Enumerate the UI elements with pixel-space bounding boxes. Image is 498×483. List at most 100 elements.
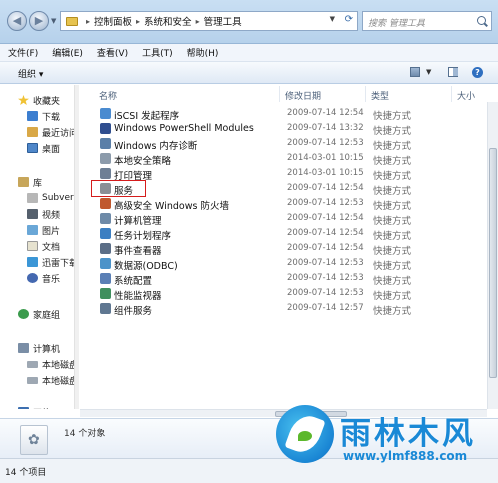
hard-disk-icon [27,360,38,368]
file-row[interactable]: 系统配置 2009-07-14 12:53 快捷方式 [80,271,487,287]
nav-item-local-disk-c[interactable]: 本地磁盘 [27,357,74,371]
nav-item-documents[interactable]: 文档 [27,239,60,253]
nav-libraries[interactable]: 库 [18,175,42,189]
nav-favorites[interactable]: 收藏夹 [18,93,60,107]
nav-item-music[interactable]: 音乐 [27,271,60,285]
nav-item-xunlei[interactable]: 迅雷下载 [27,255,74,269]
nav-item-label: 视频 [42,210,61,221]
details-object-count: 14 个对象 [64,429,106,439]
computer-management-icon [100,213,111,224]
file-type: 快捷方式 [373,156,412,167]
forward-button[interactable]: ▶ [29,11,49,31]
column-header-type[interactable]: 类型 [366,86,452,102]
view-options-dropdown-icon[interactable]: ▼ [426,68,431,76]
column-header-modified[interactable]: 修改日期 [280,86,366,102]
file-row[interactable]: iSCSI 发起程序 2009-07-14 12:54 快捷方式 [80,106,487,122]
file-modified: 2009-07-14 13:32 [287,123,364,133]
nav-computer[interactable]: 计算机 [18,341,60,355]
vertical-scrollbar[interactable] [487,102,498,409]
file-name: 性能监视器 [114,291,162,302]
subversion-icon [27,193,38,203]
file-row[interactable]: 性能监视器 2009-07-14 12:53 快捷方式 [80,286,487,302]
menu-edit[interactable]: 编辑(E) [52,46,83,59]
back-button[interactable]: ◀ [7,11,27,31]
file-modified: 2009-07-14 12:54 [287,243,364,253]
breadcrumb-system-security[interactable]: 系统和安全 [144,14,192,28]
nav-computer-label: 计算机 [33,344,61,355]
nav-item-desktop[interactable]: 桌面 [27,141,60,155]
address-dropdown-icon[interactable]: ▼ [330,15,335,23]
column-header-name[interactable]: 名称 [94,86,280,102]
nav-item-label: 下载 [42,112,61,123]
task-scheduler-icon [100,228,111,239]
column-header-size[interactable]: 大小 [452,86,488,102]
computer-icon [18,343,29,353]
desktop-icon [27,143,38,153]
file-type: 快捷方式 [373,201,412,212]
nav-network[interactable]: 网络 [18,405,51,409]
breadcrumb-control-panel[interactable]: 控制面板 [94,14,132,28]
file-modified: 2014-03-01 10:15 [287,168,364,178]
menu-tools[interactable]: 工具(T) [142,46,173,59]
address-bar-area: ◀ ▶ ▼ ▸ 控制面板 ▸ 系统和安全 ▸ 管理工具 ▼ ⟳ 搜索 管理工具 [0,0,498,44]
navigation-pane-scrollbar[interactable] [74,85,79,409]
nav-item-label: 本地磁盘 [42,360,74,371]
file-modified: 2009-07-14 12:54 [287,108,364,118]
nav-item-label: 最近访问 [42,128,74,139]
status-item-count: 14 个项目 [5,468,47,478]
vertical-scrollbar-thumb[interactable] [489,148,497,378]
file-row[interactable]: 高级安全 Windows 防火墙 2009-07-14 12:53 快捷方式 [80,196,487,212]
change-view-icon[interactable] [410,67,420,77]
file-row[interactable]: 打印管理 2014-03-01 10:15 快捷方式 [80,166,487,182]
recent-places-icon [27,127,38,137]
file-modified: 2009-07-14 12:54 [287,213,364,223]
breadcrumb-separator-icon[interactable]: ▸ [136,17,140,26]
help-icon[interactable]: ? [472,67,483,78]
folder-icon [66,16,78,26]
performance-monitor-icon [100,288,111,299]
menu-file[interactable]: 文件(F) [8,46,38,59]
file-row[interactable]: 本地安全策略 2014-03-01 10:15 快捷方式 [80,151,487,167]
nav-item-pictures[interactable]: 图片 [27,223,60,237]
menu-view[interactable]: 查看(V) [97,46,128,59]
organize-button[interactable]: 组织 ▾ [18,67,43,80]
nav-item-local-disk-d[interactable]: 本地磁盘 [27,373,74,387]
file-modified: 2009-07-14 12:53 [287,288,364,298]
xunlei-download-icon [27,257,38,267]
event-viewer-icon [100,243,111,254]
search-input[interactable]: 搜索 管理工具 [362,11,492,31]
command-bar: 组织 ▾ ▼ ? [0,62,498,84]
security-policy-icon [100,153,111,164]
preview-pane-icon[interactable] [448,67,458,77]
file-type: 快捷方式 [373,231,412,242]
file-name: Windows PowerShell Modules [114,123,254,134]
file-row[interactable]: 事件查看器 2009-07-14 12:54 快捷方式 [80,241,487,257]
file-modified: 2009-07-14 12:53 [287,273,364,283]
breadcrumb-separator-icon[interactable]: ▸ [196,17,200,26]
breadcrumb-admin-tools[interactable]: 管理工具 [204,14,242,28]
library-icon [18,177,29,187]
file-type: 快捷方式 [373,291,412,302]
refresh-icon[interactable]: ⟳ [345,14,353,25]
file-row[interactable]: Windows 内存诊断 2009-07-14 12:53 快捷方式 [80,136,487,152]
recent-pages-dropdown-icon[interactable]: ▼ [51,17,56,25]
file-row[interactable]: 数据源(ODBC) 2009-07-14 12:53 快捷方式 [80,256,487,272]
nav-item-recent[interactable]: 最近访问 [27,125,74,139]
file-row[interactable]: 计算机管理 2009-07-14 12:54 快捷方式 [80,211,487,227]
picture-library-icon [27,225,38,235]
video-library-icon [27,209,38,219]
file-row[interactable]: 组件服务 2009-07-14 12:57 快捷方式 [80,301,487,317]
nav-item-subversion[interactable]: Subversion [27,191,74,205]
file-row[interactable]: 任务计划程序 2009-07-14 12:54 快捷方式 [80,226,487,242]
breadcrumb[interactable]: ▸ 控制面板 ▸ 系统和安全 ▸ 管理工具 ▼ ⟳ [60,11,358,31]
nav-homegroup[interactable]: 家庭组 [18,307,60,321]
file-row[interactable]: Windows PowerShell Modules 2009-07-14 13:… [80,121,487,137]
nav-item-videos[interactable]: 视频 [27,207,60,221]
file-modified: 2009-07-14 12:53 [287,138,364,148]
document-library-icon [27,241,38,251]
menu-help[interactable]: 帮助(H) [187,46,219,59]
search-icon[interactable] [477,16,486,25]
breadcrumb-separator-icon[interactable]: ▸ [86,17,90,26]
nav-item-downloads[interactable]: 下载 [27,109,60,123]
nav-item-label: 图片 [42,226,61,237]
